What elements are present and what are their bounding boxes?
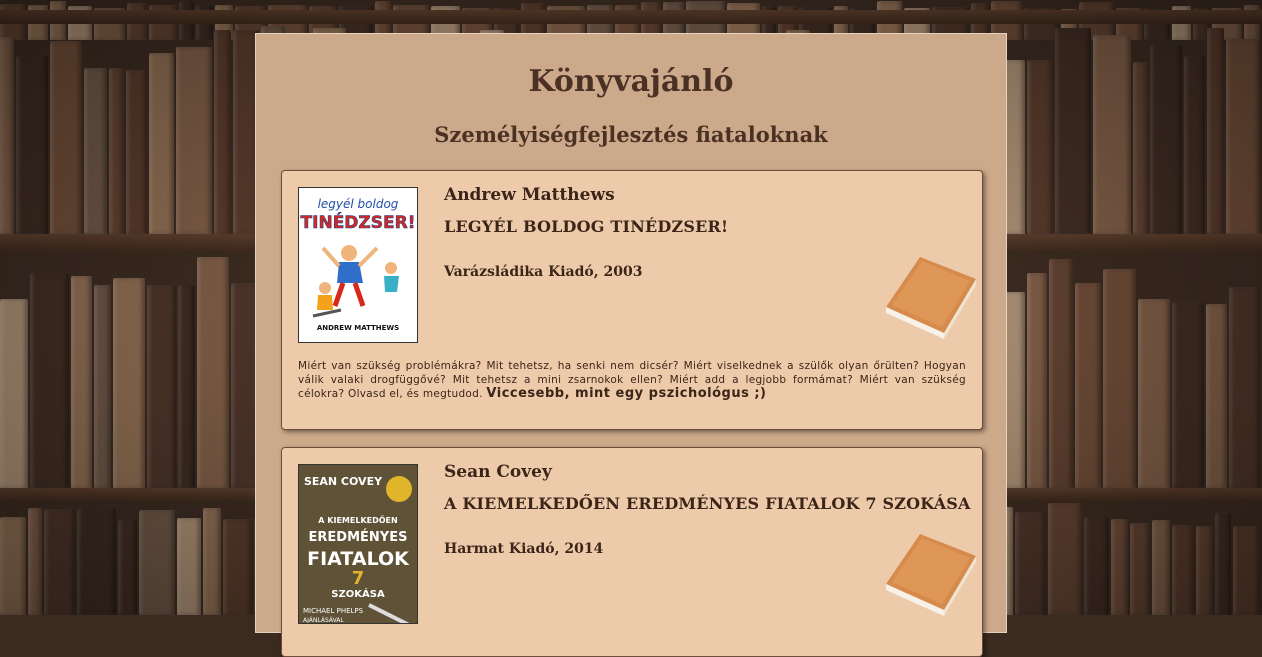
book-publisher: Harmat Kiadó, 2014 [444, 541, 604, 557]
book-title: LEGYÉL BOLDOG TINÉDZSER! [444, 217, 729, 236]
cover-line4-text: SZOKÁSA [331, 587, 385, 600]
cover-author-text: ANDREW MATTHEWS [317, 324, 399, 332]
description-highlight: Viccesebb, mint egy pszichológus ;) [486, 386, 767, 401]
cover-author-text: SEAN COVEY [304, 475, 383, 488]
book-card: SEAN COVEY A KIEMELKEDŐEN EREDMÉNYES FIA… [281, 447, 983, 657]
cover-main-text: TINÉDZSER! [301, 211, 416, 233]
page-title: Könyvajánló [528, 64, 734, 99]
book-card: legyél boldog TINÉDZSER! ANDREW MATTHEWS… [281, 170, 983, 430]
cover-line1-text: A KIEMELKEDŐEN [318, 515, 397, 525]
cover-top-text: legyél boldog [318, 197, 399, 211]
book-icon [886, 257, 976, 339]
cover-line6-text: AJÁNLÁSÁVAL [303, 617, 344, 624]
page-subtitle: Személyiségfejlesztés fiataloknak [434, 122, 828, 147]
book-icon [886, 534, 976, 616]
cover-number-text: 7 [352, 568, 365, 589]
book-cover-image: SEAN COVEY A KIEMELKEDŐEN EREDMÉNYES FIA… [298, 464, 418, 624]
cover-line2-text: EREDMÉNYES [309, 529, 408, 545]
book-title: A KIEMELKEDŐEN EREDMÉNYES FIATALOK 7 SZO… [444, 494, 971, 513]
book-cover-image: legyél boldog TINÉDZSER! ANDREW MATTHEWS [298, 187, 418, 343]
book-author: Sean Covey [444, 462, 552, 482]
book-description: Miért van szükség problémákra? Mit tehet… [298, 359, 966, 401]
book-author: Andrew Matthews [444, 185, 615, 205]
content-panel: Könyvajánló Személyiségfejlesztés fiatal… [255, 33, 1007, 657]
cover-line5-text: MICHAEL PHELPS [303, 607, 364, 615]
book-publisher: Varázsládika Kiadó, 2003 [444, 264, 643, 280]
cover-line3-text: FIATALOK [307, 548, 410, 570]
